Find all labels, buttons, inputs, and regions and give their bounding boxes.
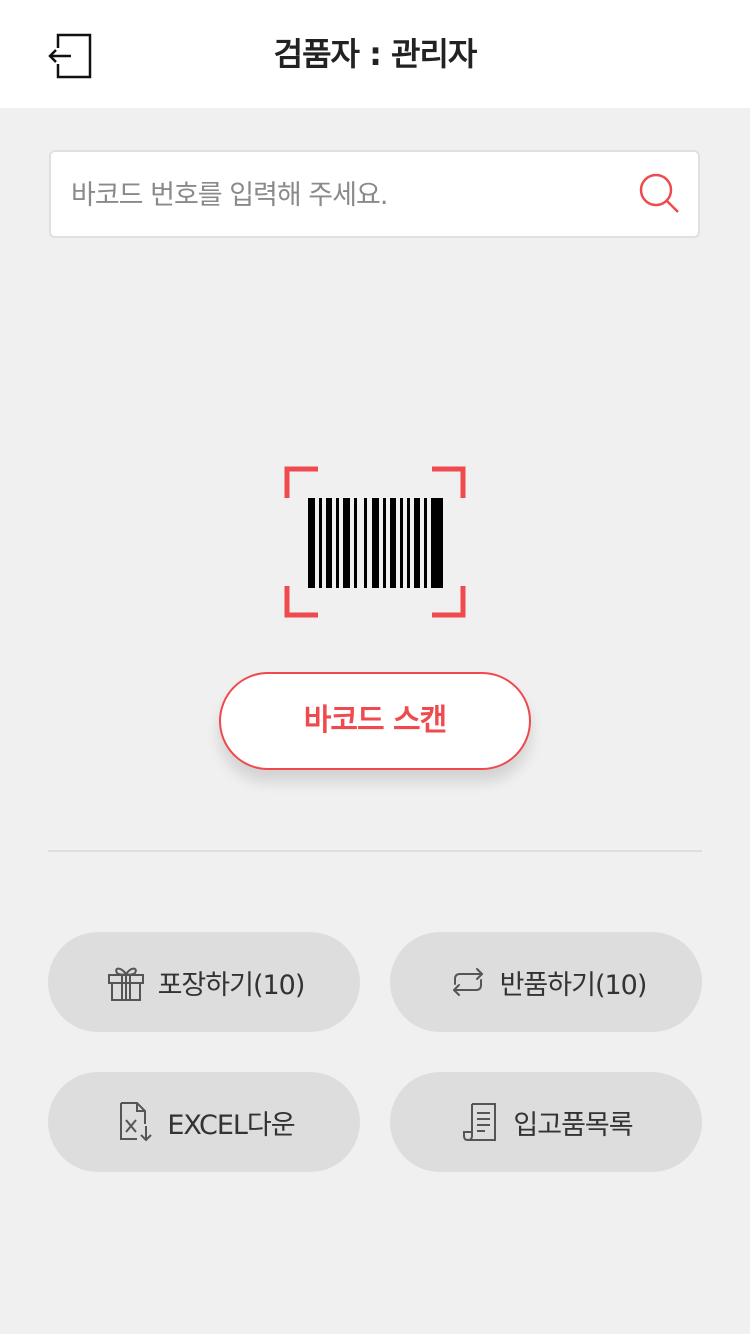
excel-download-button[interactable]: EXCEL다운 [48,1072,360,1172]
receiving-list-button[interactable]: 입고품목록 [390,1072,702,1172]
excel-download-icon [113,1100,157,1144]
section-divider [48,850,702,852]
return-arrows-icon [446,960,490,1004]
receiving-list-button-label: 입고품목록 [513,1109,633,1141]
document-list-icon [459,1100,503,1144]
packing-button-label: 포장하기(10) [157,969,306,1001]
search-button[interactable] [636,170,684,218]
barcode-scan-button[interactable]: 바코드 스캔 [219,672,531,770]
app-header: 검품자 : 관리자 [0,0,750,108]
search-bar [49,150,700,238]
barcode-scan-graphic [284,466,466,618]
return-button[interactable]: 반품하기(10) [390,932,702,1032]
packing-button[interactable]: 포장하기(10) [48,932,360,1032]
page-title: 검품자 : 관리자 [273,35,478,73]
barcode-search-input[interactable] [69,152,633,238]
barcode-icon [284,466,466,618]
excel-download-button-label: EXCEL다운 [167,1109,295,1141]
gift-icon [104,960,148,1004]
search-icon [639,173,679,213]
return-button-label: 반품하기(10) [499,969,648,1001]
